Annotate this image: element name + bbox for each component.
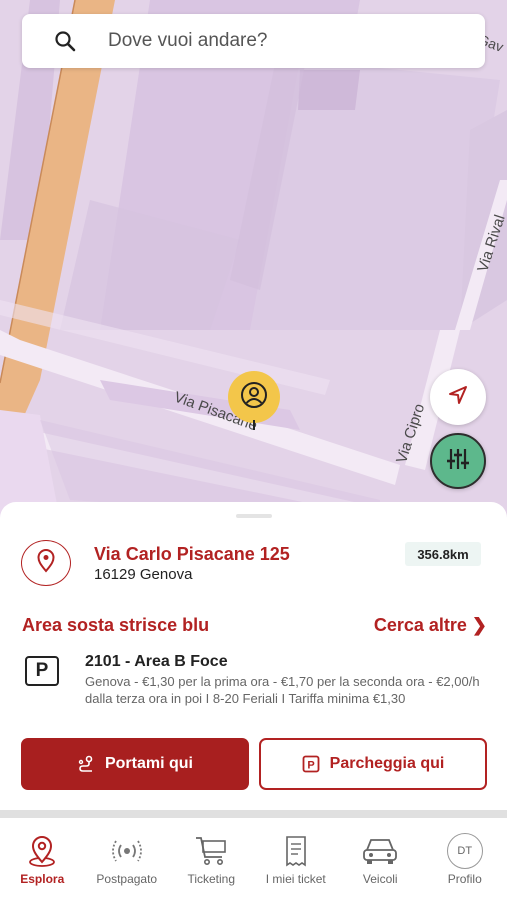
map-canvas [0, 0, 507, 520]
zone-title: 2101 - Area B Foce [85, 653, 228, 670]
search-more-link[interactable]: Cerca altre ❯ [374, 615, 487, 636]
tab-label: Postpagato [96, 872, 158, 886]
tab-ticketing[interactable]: Ticketing [169, 818, 254, 900]
tab-esplora[interactable]: Esplora [0, 818, 85, 900]
svg-text:P: P [307, 760, 314, 772]
tab-label: Profilo [447, 872, 482, 886]
cart-icon [194, 834, 228, 868]
car-icon [361, 834, 399, 868]
section-divider [0, 810, 507, 818]
search-input[interactable] [106, 29, 450, 53]
user-icon [239, 380, 269, 415]
navigation-arrow-icon [447, 384, 469, 411]
bottom-tab-bar: Esplora Postpagato Ticketing I miei tick… [0, 818, 507, 900]
tab-label: Ticketing [187, 872, 236, 886]
take-me-here-button[interactable]: Portami qui [21, 738, 249, 790]
sliders-icon [445, 446, 471, 477]
pin-stem [253, 420, 255, 430]
map-pin-icon [27, 834, 57, 868]
bottom-sheet: Via Carlo Pisacane 125 16129 Genova 356.… [0, 502, 507, 810]
map-view[interactable]: Via Pisacane Via Cipro Via Rival Gav [0, 0, 507, 520]
broadcast-icon [110, 834, 144, 868]
avatar-initials: DT [446, 833, 483, 869]
drag-handle[interactable] [236, 514, 272, 518]
location-icon-circle [21, 540, 71, 586]
search-icon [54, 30, 76, 52]
map-marker-icon [36, 548, 56, 578]
receipt-icon [283, 834, 309, 868]
address-subtitle: 16129 Genova [94, 566, 193, 583]
location-pin-marker[interactable] [228, 371, 280, 423]
filter-button[interactable] [430, 433, 486, 489]
park-here-button[interactable]: P Parcheggia qui [259, 738, 487, 790]
tab-label: Veicoli [362, 872, 398, 886]
tab-label: I miei ticket [265, 872, 326, 886]
tab-label: Esplora [20, 872, 65, 886]
address-title: Via Carlo Pisacane 125 [94, 544, 290, 564]
search-bar[interactable] [22, 14, 485, 68]
avatar-icon: DT [446, 833, 483, 869]
tab-postpagato[interactable]: Postpagato [85, 818, 170, 900]
parking-square-icon: P [302, 755, 320, 773]
route-icon [77, 755, 95, 773]
parking-icon: P [25, 656, 59, 686]
take-me-here-label: Portami qui [104, 755, 193, 772]
zone-description: Genova - €1,30 per la prima ora - €1,70 … [85, 674, 480, 706]
tab-veicoli[interactable]: Veicoli [338, 818, 423, 900]
tab-profilo[interactable]: DT Profilo [423, 818, 507, 900]
distance-badge: 356.8km [405, 542, 481, 566]
park-here-label: Parcheggia qui [329, 755, 445, 772]
tab-miei-ticket[interactable]: I miei ticket [254, 818, 339, 900]
recenter-button[interactable] [430, 369, 486, 425]
parking-area-title: Area sosta strisce blu [22, 615, 210, 635]
